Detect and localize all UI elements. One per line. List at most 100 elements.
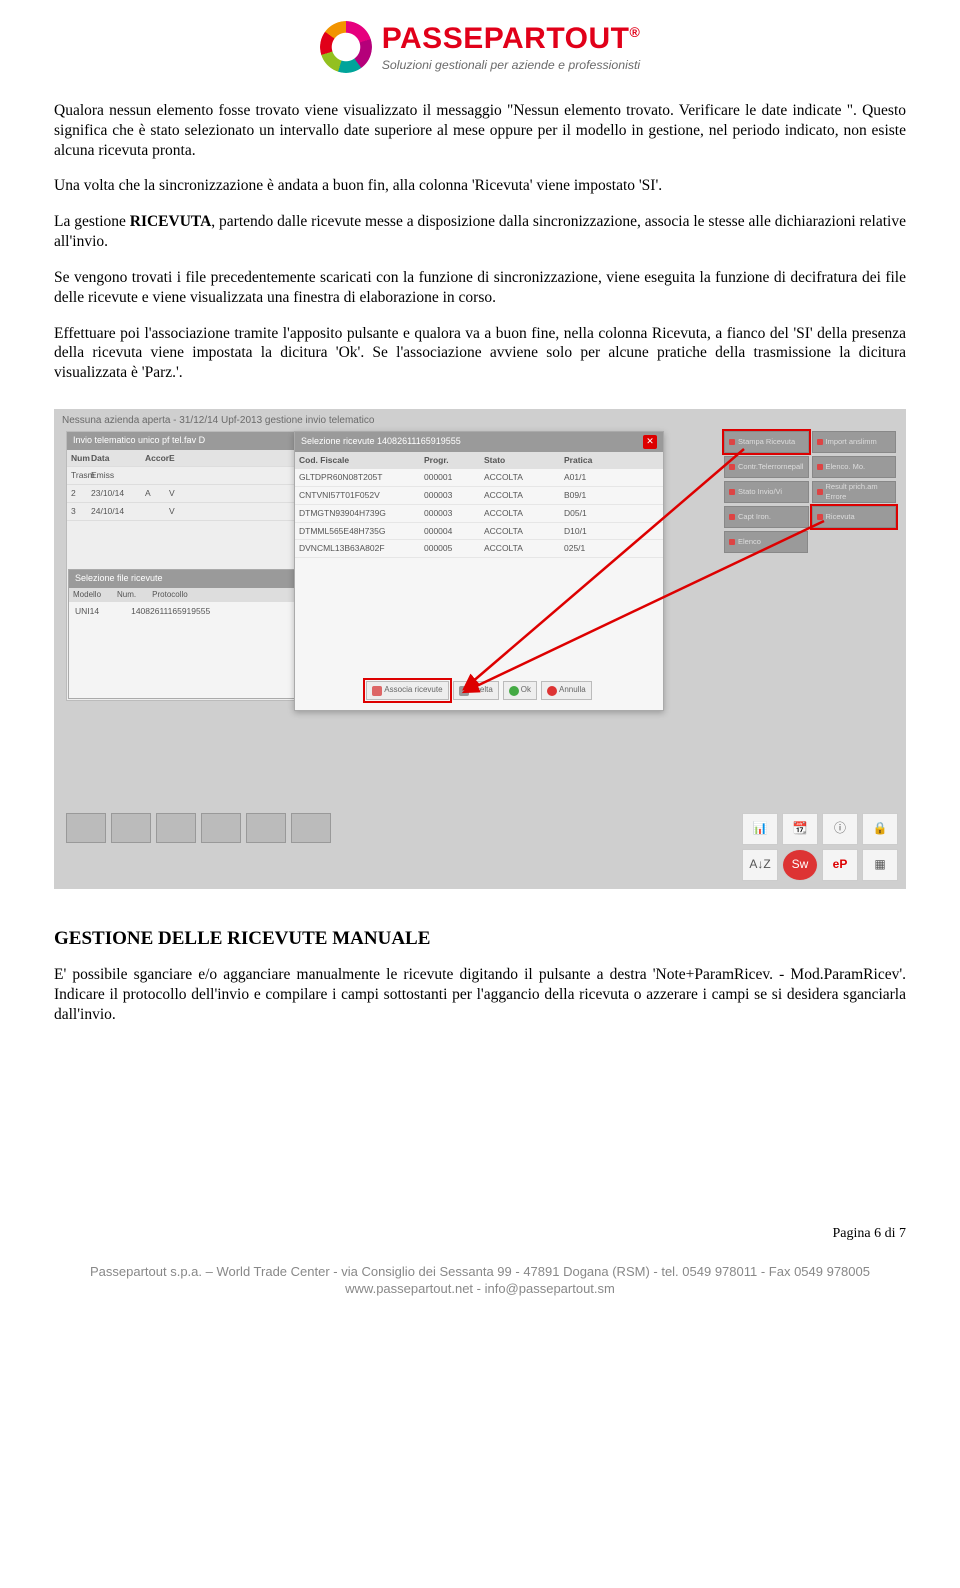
status-icon-bar: 📊 📆 ⓘ 🔒 A↓Z Sw eP ▦ bbox=[742, 813, 898, 881]
bottom-button[interactable] bbox=[291, 813, 331, 843]
associa-ricevute-button[interactable]: Associa ricevute bbox=[366, 681, 448, 700]
c: 3 bbox=[71, 506, 85, 517]
c: 2 bbox=[71, 488, 85, 499]
c: ACCOLTA bbox=[484, 543, 564, 554]
lbl: Result prich.am Errore bbox=[826, 482, 892, 501]
stato-invio-button[interactable]: Stato Invio/Vi bbox=[724, 481, 809, 503]
logo-subtitle: Soluzioni gestionali per aziende e profe… bbox=[382, 58, 641, 74]
dialog-row[interactable]: DVNCML13B63A802F 000005 ACCOLTA 025/1 bbox=[295, 540, 663, 558]
paragraph-5: Effettuare poi l'associazione tramite l'… bbox=[54, 324, 906, 383]
sw-icon[interactable]: Sw bbox=[782, 849, 818, 881]
c: DTMML565E48H735G bbox=[299, 526, 424, 537]
p3-bold: RICEVUTA bbox=[130, 213, 212, 230]
c: 000004 bbox=[424, 526, 484, 537]
lbl: Import anslimm bbox=[826, 437, 877, 447]
mh-3: Pratica bbox=[564, 455, 624, 466]
dialog-footer: Associa ricevute Scelta Ok Annulla bbox=[295, 677, 663, 704]
footer-line-2: www.passepartout.net - info@passepartout… bbox=[54, 1280, 906, 1298]
hdr-e: E bbox=[169, 453, 187, 464]
side-buttons: Stampa Ricevuta Import anslimm Contr.Tel… bbox=[724, 431, 896, 553]
lbl: Ok bbox=[521, 685, 531, 696]
ep-icon[interactable]: eP bbox=[822, 849, 858, 881]
bottom-button-bar bbox=[66, 813, 331, 843]
bottom-button[interactable] bbox=[66, 813, 106, 843]
bottom-button[interactable] bbox=[201, 813, 241, 843]
stampa-ricevuta-button[interactable]: Stampa Ricevuta bbox=[724, 431, 809, 453]
dialog-row[interactable]: DTMML565E48H735G 000004 ACCOLTA D10/1 bbox=[295, 523, 663, 541]
bottom-button[interactable] bbox=[111, 813, 151, 843]
srch-2: Emiss bbox=[91, 470, 139, 481]
c: B09/1 bbox=[564, 490, 624, 501]
annulla-button[interactable]: Annulla bbox=[541, 681, 592, 700]
c: GLTDPR60N08T205T bbox=[299, 472, 424, 483]
dot-icon bbox=[817, 489, 823, 495]
passepartout-logo-icon bbox=[320, 21, 372, 73]
elenco-button[interactable]: Elenco bbox=[724, 531, 808, 553]
bottom-button[interactable] bbox=[246, 813, 286, 843]
dot-icon bbox=[817, 439, 823, 445]
p3-a: La gestione bbox=[54, 213, 130, 230]
calendar-icon[interactable]: 📆 bbox=[782, 813, 818, 845]
scelta-button[interactable]: Scelta bbox=[453, 681, 499, 700]
lock-icon[interactable]: 🔒 bbox=[862, 813, 898, 845]
close-icon[interactable]: ✕ bbox=[643, 435, 657, 449]
ricevuta-button[interactable]: Ricevuta bbox=[812, 506, 897, 528]
ok-button[interactable]: Ok bbox=[503, 681, 537, 700]
import-button[interactable]: Import anslimm bbox=[812, 431, 897, 453]
page-footer: Passepartout s.p.a. – World Trade Center… bbox=[54, 1263, 906, 1298]
associa-icon bbox=[372, 686, 382, 696]
grid-icon[interactable]: ▦ bbox=[862, 849, 898, 881]
c: A01/1 bbox=[564, 472, 624, 483]
logo-row: PASSEPARTOUT® Soluzioni gestionali per a… bbox=[320, 20, 641, 74]
page-number: Pagina 6 di 7 bbox=[54, 1225, 906, 1243]
lbl: Stato Invio/Vi bbox=[738, 487, 782, 497]
lbl: Elenco. Mo. bbox=[826, 462, 866, 472]
bottom-button[interactable] bbox=[156, 813, 196, 843]
dialog-row[interactable]: CNTVNI57T01F052V 000003 ACCOLTA B09/1 bbox=[295, 487, 663, 505]
selezione-ricevute-dialog: Selezione ricevute 14082611165919555 ✕ C… bbox=[294, 431, 664, 711]
dialog-headers: Cod. Fiscale Progr. Stato Pratica bbox=[295, 452, 663, 469]
dialog-row[interactable]: GLTDPR60N08T205T 000001 ACCOLTA A01/1 bbox=[295, 469, 663, 487]
mh-2: Stato bbox=[484, 455, 564, 466]
mh-0: Cod. Fiscale bbox=[299, 455, 424, 466]
sort-az-icon[interactable]: A↓Z bbox=[742, 849, 778, 881]
dot-icon bbox=[729, 439, 735, 445]
dialog-titlebar: Selezione ricevute 14082611165919555 ✕ bbox=[295, 432, 663, 452]
paragraph-2: Una volta che la sincronizzazione è anda… bbox=[54, 176, 906, 196]
fr-0: UNI14 bbox=[75, 606, 99, 617]
chart-icon[interactable]: 📊 bbox=[742, 813, 778, 845]
section-2-p1: E' possibile sganciare e/o agganciare ma… bbox=[54, 965, 906, 1024]
dialog-row[interactable]: DTMGTN93904H739G 000003 ACCOLTA D05/1 bbox=[295, 505, 663, 523]
c bbox=[145, 506, 163, 517]
c: 000001 bbox=[424, 472, 484, 483]
c: 000003 bbox=[424, 508, 484, 519]
fh-2: Protocollo bbox=[152, 590, 188, 600]
result-errore-button[interactable]: Result prich.am Errore bbox=[812, 481, 897, 503]
scelta-icon bbox=[459, 686, 469, 696]
c: 23/10/14 bbox=[91, 488, 139, 499]
info-icon[interactable]: ⓘ bbox=[822, 813, 858, 845]
c: 000003 bbox=[424, 490, 484, 501]
contr-tele-button[interactable]: Contr.Telerrornepall bbox=[724, 456, 809, 478]
elenco-mo-button[interactable]: Elenco. Mo. bbox=[812, 456, 897, 478]
check-icon bbox=[509, 686, 519, 696]
dot-icon bbox=[729, 464, 735, 470]
c: D05/1 bbox=[564, 508, 624, 519]
c: ACCOLTA bbox=[484, 490, 564, 501]
paragraph-4: Se vengono trovati i file precedentement… bbox=[54, 268, 906, 308]
paragraph-3: La gestione RICEVUTA, partendo dalle ric… bbox=[54, 212, 906, 252]
logo-title: PASSEPARTOUT® bbox=[382, 20, 641, 58]
dot-icon bbox=[729, 514, 735, 520]
fh-0: Modello bbox=[73, 590, 101, 600]
cancel-icon bbox=[547, 686, 557, 696]
c: ACCOLTA bbox=[484, 472, 564, 483]
lbl: Scelta bbox=[471, 685, 493, 696]
footer-line-1: Passepartout s.p.a. – World Trade Center… bbox=[54, 1263, 906, 1281]
capt-iron-button[interactable]: Capt Iron. bbox=[724, 506, 809, 528]
dot-icon bbox=[729, 539, 735, 545]
c: A bbox=[145, 488, 163, 499]
logo-title-text: PASSEPARTOUT bbox=[382, 22, 630, 55]
c: 24/10/14 bbox=[91, 506, 139, 517]
logo-reg: ® bbox=[629, 24, 640, 40]
c: 000005 bbox=[424, 543, 484, 554]
